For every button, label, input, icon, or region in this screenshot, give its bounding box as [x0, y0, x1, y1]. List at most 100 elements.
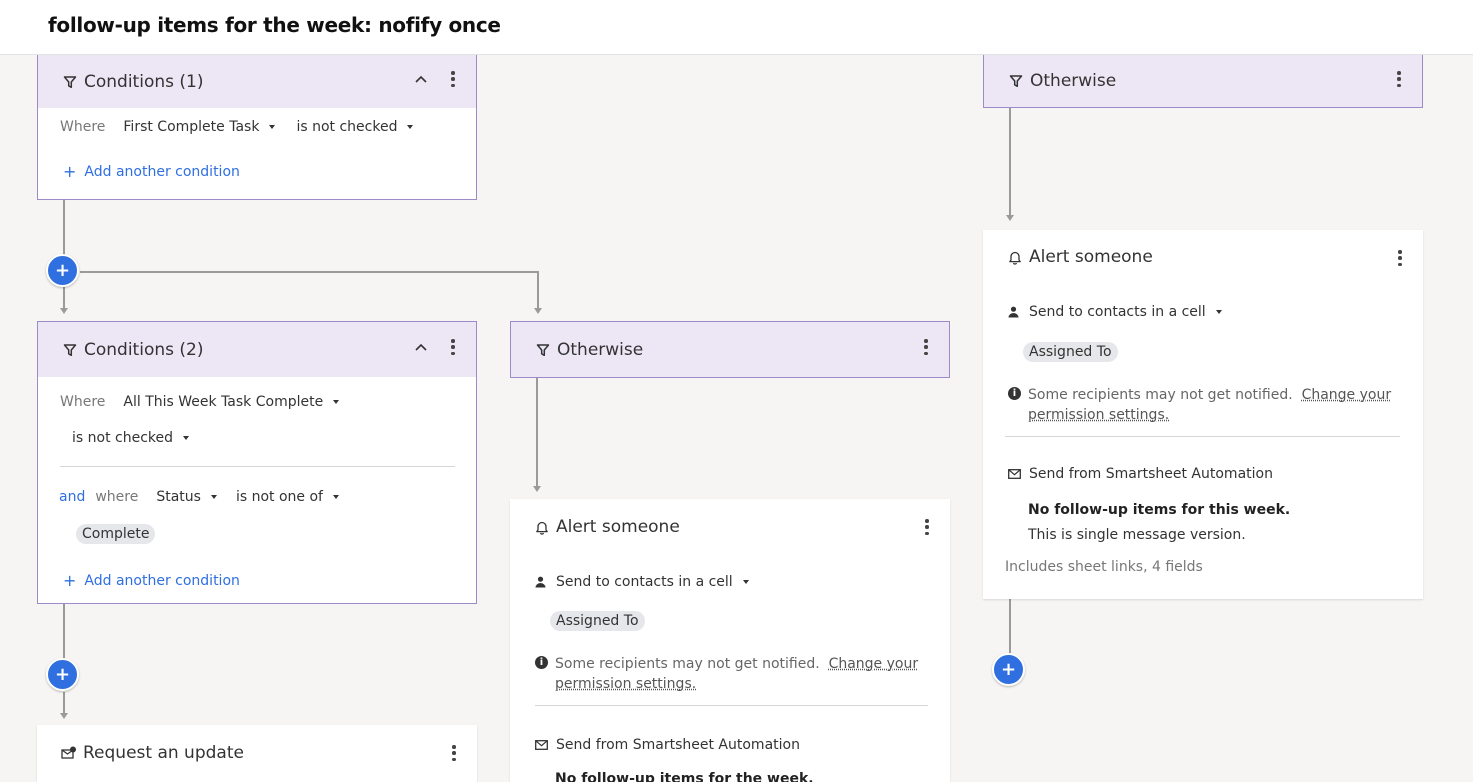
chevron-up-icon[interactable]: [412, 338, 430, 356]
page-title: follow-up items for the week: nofify onc…: [48, 13, 501, 37]
person-icon: [1008, 306, 1019, 318]
and-toggle[interactable]: and: [59, 489, 85, 505]
otherwise-header[interactable]: Otherwise: [984, 55, 1422, 107]
connector: [536, 377, 538, 488]
add-condition-label: Add another condition: [84, 163, 240, 180]
request-update-block: Request an update: [37, 725, 477, 782]
caret-down-icon: [742, 580, 749, 584]
add-condition-link[interactable]: + Add another condition: [63, 571, 240, 590]
bell-icon: [1007, 249, 1023, 265]
recipient-type-value: Send to contacts in a cell: [1029, 304, 1206, 320]
permission-settings-link[interactable]: permission settings.: [1028, 407, 1169, 423]
add-condition-link[interactable]: + Add another condition: [63, 162, 240, 181]
divider: [535, 705, 928, 706]
connector: [537, 271, 539, 311]
more-options-icon[interactable]: [1390, 68, 1408, 90]
sender-text: Send from Smartsheet Automation: [1029, 466, 1273, 482]
permission-settings-link[interactable]: permission settings.: [555, 676, 696, 692]
permission-settings-link[interactable]: Change your: [1302, 387, 1392, 403]
condition-row: and where Status is not one of: [59, 489, 339, 505]
sender-text: Send from Smartsheet Automation: [556, 737, 800, 753]
add-step-button[interactable]: +: [46, 658, 79, 691]
info-icon: i: [1008, 387, 1021, 400]
add-step-button[interactable]: +: [992, 653, 1025, 686]
connector: [1009, 107, 1011, 217]
caret-down-icon: [332, 495, 339, 499]
permission-settings-link[interactable]: Change your: [829, 656, 919, 672]
more-options-icon[interactable]: [444, 68, 462, 90]
arrow-down-icon: [60, 308, 68, 314]
connector: [1009, 599, 1011, 653]
alert-block-mid: Alert someone Send to contacts in a cell…: [510, 499, 950, 782]
sender-row: Send from Smartsheet Automation: [535, 737, 800, 753]
warning-text: Some recipients may not get notified.: [1028, 387, 1293, 403]
conditions-header[interactable]: Conditions (1): [38, 55, 476, 108]
subject-text: No follow-up items for this week.: [1028, 502, 1291, 518]
person-icon: [535, 576, 546, 588]
field-dropdown[interactable]: Status: [156, 489, 217, 505]
arrow-down-icon: [533, 486, 541, 492]
connector: [63, 199, 65, 255]
sender-row: Send from Smartsheet Automation: [1008, 466, 1273, 482]
add-condition-label: Add another condition: [84, 572, 240, 589]
operator-dropdown[interactable]: is not one of: [236, 489, 339, 505]
connector: [63, 692, 65, 715]
contact-chip[interactable]: Assigned To: [1023, 342, 1118, 362]
recipient-row: Send to contacts in a cell: [535, 574, 749, 590]
otherwise-block-mid: Otherwise: [510, 321, 950, 378]
more-options-icon[interactable]: [918, 516, 936, 538]
workflow-canvas[interactable]: + + + Conditions (1) Where First Complet…: [0, 55, 1473, 782]
conditions-title: Conditions (1): [84, 72, 204, 92]
filter-icon: [62, 342, 78, 358]
condition-row: Where First Complete Task is not checked: [60, 119, 414, 135]
more-options-icon[interactable]: [917, 336, 935, 358]
add-step-button[interactable]: +: [46, 254, 79, 287]
arrow-down-icon: [60, 713, 68, 719]
chevron-up-icon[interactable]: [412, 70, 430, 88]
more-options-icon[interactable]: [445, 742, 463, 764]
conditions-title: Conditions (2): [84, 339, 204, 360]
message-subject: No follow-up items for the week.: [555, 771, 814, 782]
message-body: This is single message version.: [1028, 527, 1246, 543]
caret-down-icon: [1215, 310, 1222, 314]
more-options-icon[interactable]: [1391, 247, 1409, 269]
info-icon: i: [535, 656, 548, 669]
conditions-block-2: Conditions (2) Where All This Week Task …: [37, 321, 477, 604]
connector: [63, 603, 65, 661]
caret-down-icon: [407, 125, 414, 129]
permission-warning: i Some recipients may not get notified. …: [1008, 385, 1398, 425]
plus-icon: +: [63, 162, 77, 181]
where-label: where: [95, 489, 139, 505]
request-update-header[interactable]: Request an update: [37, 725, 477, 781]
arrow-down-icon: [1006, 215, 1014, 221]
otherwise-header[interactable]: Otherwise: [511, 322, 949, 377]
operator-value: is not checked: [72, 430, 174, 446]
field-dropdown[interactable]: First Complete Task: [123, 119, 276, 135]
conditions-header[interactable]: Conditions (2): [38, 322, 476, 377]
warning-text: Some recipients may not get notified.: [555, 656, 820, 672]
value-chip[interactable]: Complete: [76, 524, 156, 544]
alert-block-right: Alert someone Send to contacts in a cell…: [983, 230, 1423, 599]
field-value: Status: [156, 489, 201, 505]
alert-header[interactable]: Alert someone: [510, 499, 950, 555]
recipient-type-dropdown[interactable]: Send to contacts in a cell: [1029, 304, 1222, 320]
operator-dropdown[interactable]: is not checked: [296, 119, 414, 135]
field-value: First Complete Task: [123, 119, 260, 135]
divider: [1005, 436, 1400, 437]
condition-row: is not checked: [72, 430, 190, 446]
more-options-icon[interactable]: [444, 336, 462, 358]
recipient-type-dropdown[interactable]: Send to contacts in a cell: [556, 574, 749, 590]
message-subject: No follow-up items for this week.: [1028, 502, 1290, 518]
field-dropdown[interactable]: All This Week Task Complete: [123, 394, 340, 410]
divider: [60, 466, 455, 467]
request-update-icon: [61, 745, 77, 761]
alert-header[interactable]: Alert someone: [983, 230, 1423, 284]
contact-chip[interactable]: Assigned To: [550, 611, 645, 631]
operator-dropdown[interactable]: is not checked: [72, 430, 190, 446]
arrow-down-icon: [534, 308, 542, 314]
caret-down-icon: [333, 400, 340, 404]
page-header: follow-up items for the week: nofify onc…: [0, 0, 1473, 55]
conditions-block-1: Conditions (1) Where First Complete Task…: [37, 55, 477, 200]
subject-text: No follow-up items for the week.: [555, 771, 814, 782]
message-text: This is single message version.: [1028, 527, 1246, 543]
